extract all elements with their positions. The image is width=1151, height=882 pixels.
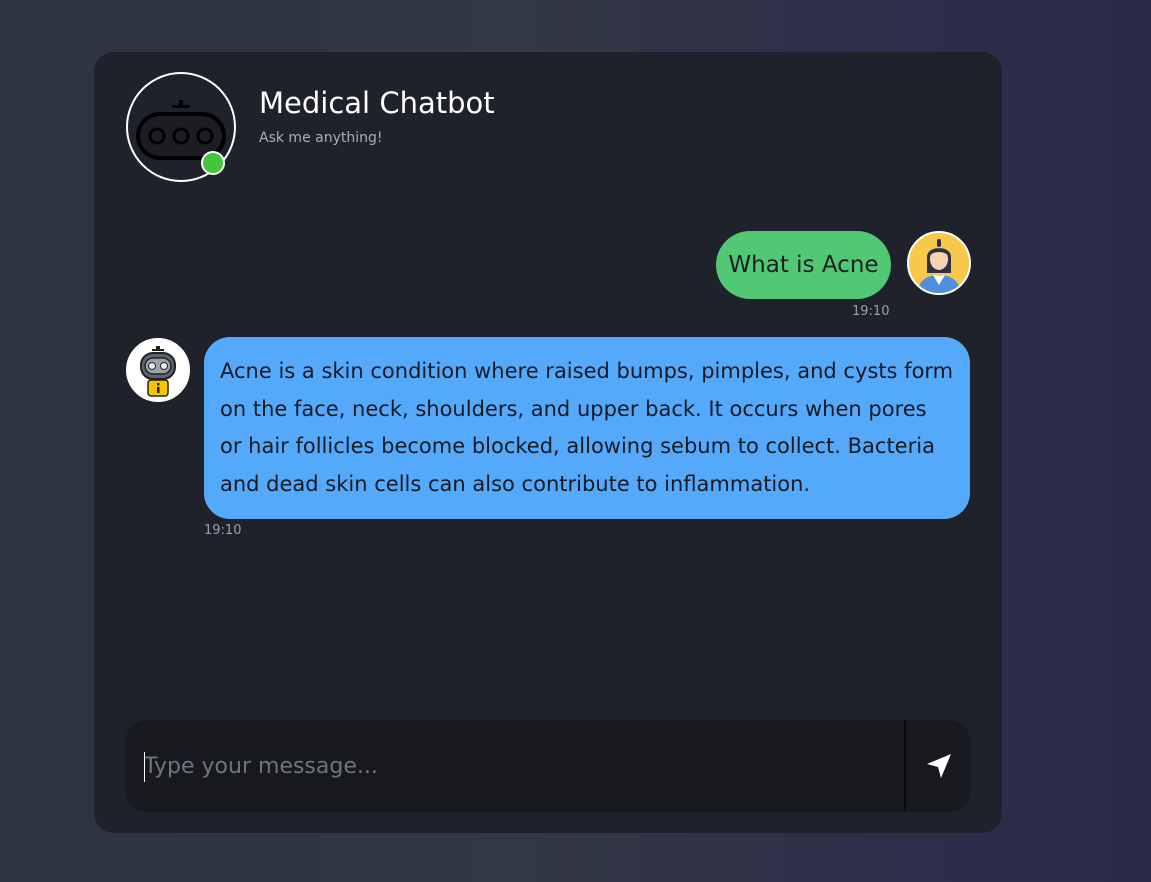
bot-avatar-icon [128, 340, 188, 400]
user-message-bubble: What is Acne [716, 231, 891, 299]
user-avatar-icon [909, 233, 969, 293]
send-icon [927, 754, 951, 778]
online-status-indicator [201, 151, 225, 175]
message-input[interactable] [126, 720, 906, 812]
user-message-timestamp: 19:10 [852, 304, 890, 319]
text-cursor [144, 752, 145, 782]
message-composer [126, 720, 970, 812]
chat-window: Medical Chatbot Ask me anything! What is… [94, 52, 1002, 833]
send-button[interactable] [908, 720, 970, 812]
bot-message-timestamp: 19:10 [204, 523, 242, 538]
user-avatar [907, 231, 971, 295]
bot-avatar [126, 338, 190, 402]
chatbot-title: Medical Chatbot [259, 86, 495, 120]
bot-message-bubble: Acne is a skin condition where raised bu… [204, 337, 970, 519]
chatbot-subtitle: Ask me anything! [259, 130, 383, 146]
